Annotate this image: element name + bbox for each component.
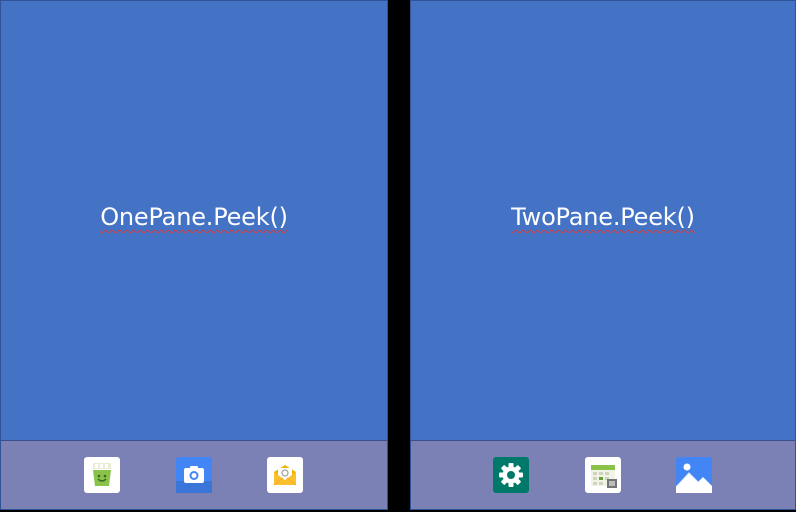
store-icon[interactable] <box>84 457 120 493</box>
calendar-icon[interactable] <box>585 457 621 493</box>
dual-screen-mockup: OnePane.Peek() TwoPane.Peek() <box>0 0 796 512</box>
left-pane: OnePane.Peek() <box>0 0 388 510</box>
right-pane-title: TwoPane.Peek() <box>411 202 795 232</box>
settings-icon[interactable] <box>493 457 529 493</box>
right-dock <box>411 440 795 509</box>
left-pane-title: OnePane.Peek() <box>1 202 387 232</box>
email-icon[interactable] <box>267 457 303 493</box>
left-dock <box>1 440 387 509</box>
right-pane: TwoPane.Peek() <box>410 0 796 510</box>
camera-icon[interactable] <box>176 457 212 493</box>
right-pane-title-text: TwoPane.Peek() <box>511 203 695 231</box>
gallery-icon[interactable] <box>676 457 712 493</box>
left-pane-title-text: OnePane.Peek() <box>100 203 288 231</box>
